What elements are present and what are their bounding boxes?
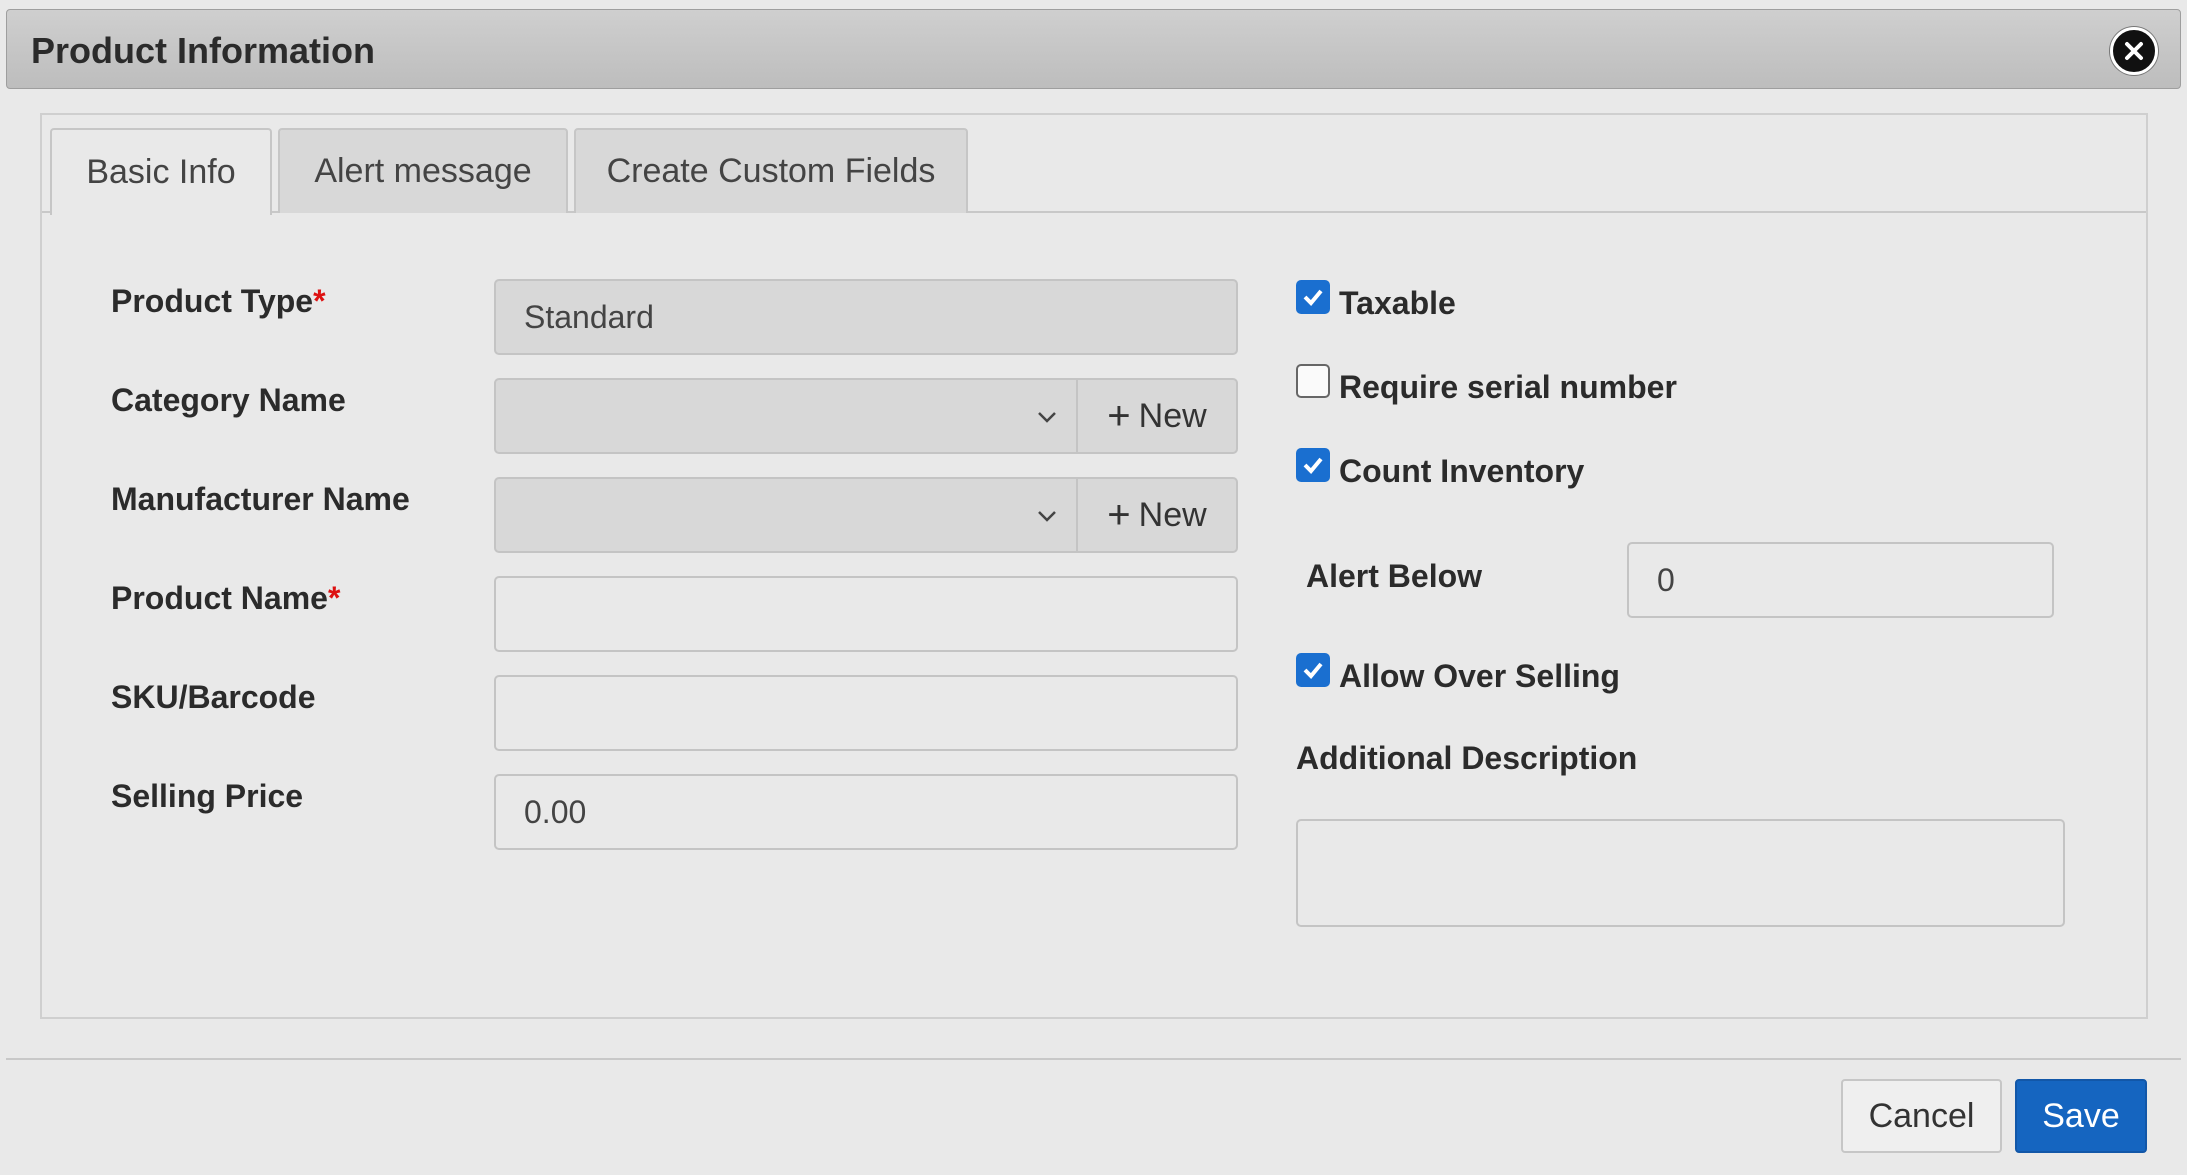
tab-create-custom-fields[interactable]: Create Custom Fields	[574, 128, 968, 213]
chevron-down-icon	[1038, 412, 1056, 423]
count-inventory-checkbox[interactable]	[1296, 448, 1330, 482]
taxable-checkbox[interactable]	[1296, 280, 1330, 314]
product-type-field[interactable]	[494, 279, 1238, 355]
product-name-input[interactable]	[494, 576, 1238, 652]
category-name-select[interactable]	[496, 380, 1076, 452]
close-icon	[2125, 42, 2143, 60]
sku-barcode-input[interactable]	[494, 675, 1238, 751]
manufacturer-name-select[interactable]	[496, 479, 1076, 551]
additional-description-label: Additional Description	[1296, 740, 1638, 776]
alert-below-label: Alert Below	[1306, 558, 1483, 594]
allow-over-selling-checkbox[interactable]	[1296, 653, 1330, 687]
sku-barcode-label: SKU/Barcode	[111, 679, 316, 715]
new-category-label: New	[1138, 396, 1207, 435]
required-marker: *	[327, 580, 341, 616]
count-inventory-label: Count Inventory	[1339, 453, 1585, 489]
require-serial-label: Require serial number	[1339, 369, 1677, 405]
cancel-button[interactable]: Cancel	[1841, 1079, 2002, 1153]
product-information-dialog: Product Information Basic Info Alert mes…	[0, 0, 2187, 1175]
plus-icon: +	[1107, 394, 1131, 438]
plus-icon: +	[1107, 493, 1131, 537]
close-button[interactable]	[2110, 27, 2158, 75]
category-name-combo: + New	[494, 378, 1238, 454]
allow-over-selling-label: Allow Over Selling	[1339, 658, 1620, 694]
selling-price-input[interactable]	[494, 774, 1238, 850]
tab-basic-info[interactable]: Basic Info	[50, 128, 272, 215]
checkmark-icon	[1303, 662, 1323, 679]
require-serial-checkbox[interactable]	[1296, 364, 1330, 398]
dialog-titlebar: Product Information	[6, 9, 2181, 89]
tab-alert-message[interactable]: Alert message	[278, 128, 568, 213]
selling-price-label: Selling Price	[111, 778, 304, 814]
product-name-label: Product Name*	[111, 580, 340, 617]
product-type-label-text: Product Type	[111, 283, 314, 319]
new-manufacturer-button[interactable]: + New	[1076, 479, 1236, 551]
checkmark-icon	[1303, 457, 1323, 474]
required-marker: *	[313, 283, 326, 319]
product-name-label-text: Product Name	[111, 580, 328, 616]
new-category-button[interactable]: + New	[1076, 380, 1236, 452]
chevron-down-icon	[1038, 511, 1056, 522]
checkmark-icon	[1303, 289, 1323, 306]
footer-divider	[6, 1058, 2181, 1060]
additional-description-textarea[interactable]	[1296, 819, 2065, 927]
taxable-label: Taxable	[1339, 285, 1456, 321]
manufacturer-name-label: Manufacturer Name	[111, 481, 410, 517]
new-manufacturer-label: New	[1138, 495, 1207, 534]
category-name-label: Category Name	[111, 382, 346, 418]
save-button[interactable]: Save	[2015, 1079, 2147, 1153]
alert-below-input[interactable]	[1627, 542, 2054, 618]
product-type-label: Product Type*	[111, 283, 326, 320]
dialog-title: Product Information	[31, 30, 375, 71]
manufacturer-name-combo: + New	[494, 477, 1238, 553]
tab-bar: Basic Info Alert message Create Custom F…	[42, 115, 2146, 215]
